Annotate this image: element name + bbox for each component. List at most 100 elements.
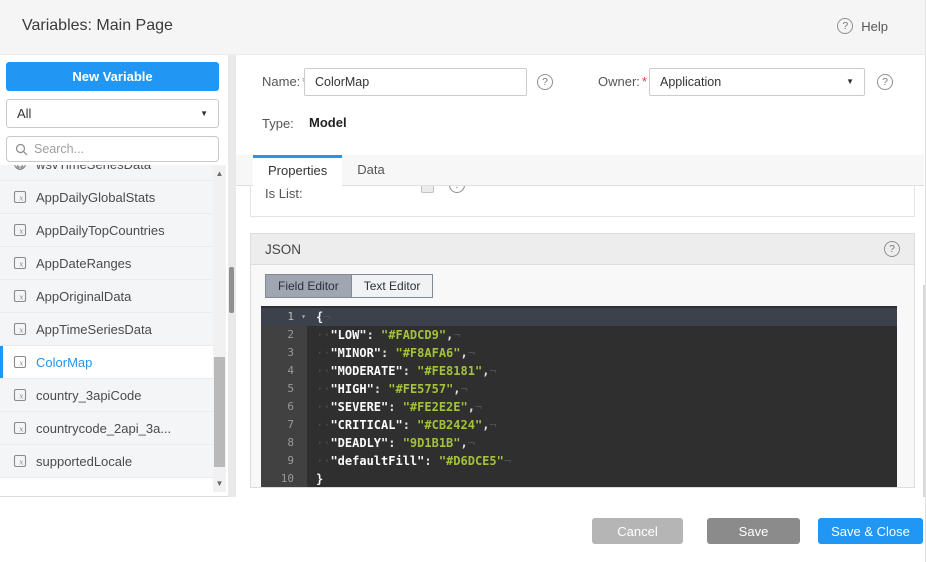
dialog-footer: Cancel Save Save & Close <box>0 497 926 562</box>
svg-text:x: x <box>19 425 24 434</box>
json-section-header: JSON ? <box>251 234 914 265</box>
variable-icon: x <box>13 421 27 435</box>
code-line: 2··"LOW": "#FADCD9",¬ <box>261 326 897 344</box>
help-label: Help <box>861 19 888 34</box>
filter-dropdown[interactable]: All ▼ <box>6 99 219 128</box>
svg-text:x: x <box>19 260 24 269</box>
svg-text:x: x <box>19 194 24 203</box>
help-button[interactable]: ? Help <box>837 18 888 34</box>
sidebar-item-label: AppDateRanges <box>36 256 131 271</box>
chevron-down-icon: ▼ <box>200 100 208 127</box>
sidebar-scrollbar-thumb[interactable] <box>214 357 225 467</box>
tab-properties[interactable]: Properties <box>253 155 342 186</box>
search-box[interactable] <box>6 136 219 162</box>
field-editor-button[interactable]: Field Editor <box>266 275 351 297</box>
required-marker: * <box>642 74 647 89</box>
page-scrollbar-thumb[interactable] <box>229 267 234 313</box>
help-icon: ? <box>837 18 853 34</box>
svg-text:x: x <box>19 392 24 401</box>
editor-mode-toggle: Field EditorText Editor <box>265 274 433 298</box>
json-title: JSON <box>265 242 301 257</box>
is-list-label: Is List: <box>265 186 303 201</box>
sidebar: New Variable All ▼ wsvTimeSeriesData x App… <box>0 55 228 497</box>
sidebar-item-supportedLocale[interactable]: x supportedLocale <box>0 445 213 478</box>
main-panel: Name:* ? Owner:* Application ▼ ? Type: M… <box>236 55 926 497</box>
scroll-down-icon[interactable]: ▼ <box>213 479 226 488</box>
sidebar-list-scrollbar[interactable]: ▲ ▼ <box>213 165 226 492</box>
type-value: Model <box>309 115 347 130</box>
owner-dropdown[interactable]: Application ▼ <box>649 68 865 96</box>
svg-text:x: x <box>19 326 24 335</box>
json-help-icon[interactable]: ? <box>884 241 900 257</box>
search-input[interactable] <box>34 142 194 156</box>
owner-label: Owner:* <box>598 68 647 96</box>
code-line: 5··"HIGH": "#FE5757",¬ <box>261 380 897 398</box>
cancel-button[interactable]: Cancel <box>592 518 683 544</box>
svg-text:x: x <box>19 293 24 302</box>
tab-strip: PropertiesData <box>236 155 924 186</box>
chevron-down-icon: ▼ <box>846 69 854 95</box>
variable-icon: x <box>13 289 27 303</box>
sidebar-item-AppTimeSeriesData[interactable]: x AppTimeSeriesData <box>0 313 213 346</box>
code-line: 3··"MINOR": "#F8AFA6",¬ <box>261 344 897 362</box>
code-line: 9··"defaultFill": "#D6DCE5"¬ <box>261 452 897 470</box>
code-line: 7··"CRITICAL": "#CB2424",¬ <box>261 416 897 434</box>
sidebar-item-label: country_3apiCode <box>36 388 142 403</box>
scroll-up-icon[interactable]: ▲ <box>213 169 226 178</box>
variable-icon: x <box>13 388 27 402</box>
variable-icon: x <box>13 223 27 237</box>
save-close-button[interactable]: Save & Close <box>818 518 923 544</box>
code-line: 6··"SEVERE": "#FE2E2E",¬ <box>261 398 897 416</box>
sidebar-item-label: AppTimeSeriesData <box>36 322 152 337</box>
save-button[interactable]: Save <box>707 518 800 544</box>
sidebar-item-AppDailyTopCountries[interactable]: x AppDailyTopCountries <box>0 214 213 247</box>
page-title: Variables: Main Page <box>22 17 173 35</box>
code-line: 1▾{¬ <box>261 308 897 326</box>
sidebar-item-label: AppDailyGlobalStats <box>36 190 155 205</box>
sidebar-item-AppOriginalData[interactable]: x AppOriginalData <box>0 280 213 313</box>
svg-text:x: x <box>19 458 24 467</box>
variables-dialog: Variables: Main Page ? Help New Variable… <box>0 0 926 562</box>
page-scrollbar[interactable] <box>228 55 236 497</box>
sidebar-item-country_3apiCode[interactable]: x country_3apiCode <box>0 379 213 412</box>
name-label: Name:* <box>262 68 307 96</box>
is-list-panel: Is List: ? <box>250 186 915 217</box>
code-line: 10} <box>261 470 897 487</box>
search-icon <box>15 143 28 156</box>
variable-icon: x <box>13 190 27 204</box>
sidebar-item-ColorMap[interactable]: x ColorMap <box>0 346 213 379</box>
variable-icon: x <box>13 454 27 468</box>
is-list-checkbox[interactable] <box>421 186 434 193</box>
sidebar-item-AppDateRanges[interactable]: x AppDateRanges <box>0 247 213 280</box>
owner-help-icon[interactable]: ? <box>877 74 893 90</box>
variable-icon: x <box>13 256 27 270</box>
sidebar-item-label: wsvTimeSeriesData <box>36 165 151 172</box>
globe-icon <box>13 165 27 171</box>
variable-icon: x <box>13 355 27 369</box>
filter-value: All <box>17 106 31 121</box>
text-editor-button[interactable]: Text Editor <box>351 275 433 297</box>
sidebar-item-countrycode_2api_3a[interactable]: xcountrycode_2api_3a... <box>0 412 213 445</box>
svg-text:x: x <box>19 359 24 368</box>
owner-value: Application <box>660 75 721 89</box>
type-label: Type: <box>262 116 294 131</box>
svg-text:x: x <box>19 227 24 236</box>
sidebar-item-label: supportedLocale <box>36 454 132 469</box>
json-code-editor[interactable]: 1▾{¬2··"LOW": "#FADCD9",¬3··"MINOR": "#F… <box>261 306 897 487</box>
code-line: 4··"MODERATE": "#FE8181",¬ <box>261 362 897 380</box>
tab-data[interactable]: Data <box>342 155 399 186</box>
name-field[interactable] <box>304 68 527 96</box>
code-line: 8··"DEADLY": "9D1B1B",¬ <box>261 434 897 452</box>
json-section: JSON ? Field EditorText Editor 1▾{¬2··"L… <box>250 233 915 488</box>
sidebar-item-label: AppDailyTopCountries <box>36 223 165 238</box>
variable-list: wsvTimeSeriesData x AppDailyGlobalStats x Ap… <box>0 165 213 492</box>
new-variable-button[interactable]: New Variable <box>6 62 219 91</box>
sidebar-item-label: ColorMap <box>36 355 92 370</box>
sidebar-item-label: AppOriginalData <box>36 289 131 304</box>
sidebar-item-wsvTimeSeriesData[interactable]: wsvTimeSeriesData <box>0 165 213 181</box>
name-help-icon[interactable]: ? <box>537 74 553 90</box>
variable-icon: x <box>13 322 27 336</box>
sidebar-item-AppDailyGlobalStats[interactable]: x AppDailyGlobalStats <box>0 181 213 214</box>
is-list-help-icon[interactable]: ? <box>449 186 465 193</box>
dialog-body: New Variable All ▼ wsvTimeSeriesData x App… <box>0 55 926 497</box>
